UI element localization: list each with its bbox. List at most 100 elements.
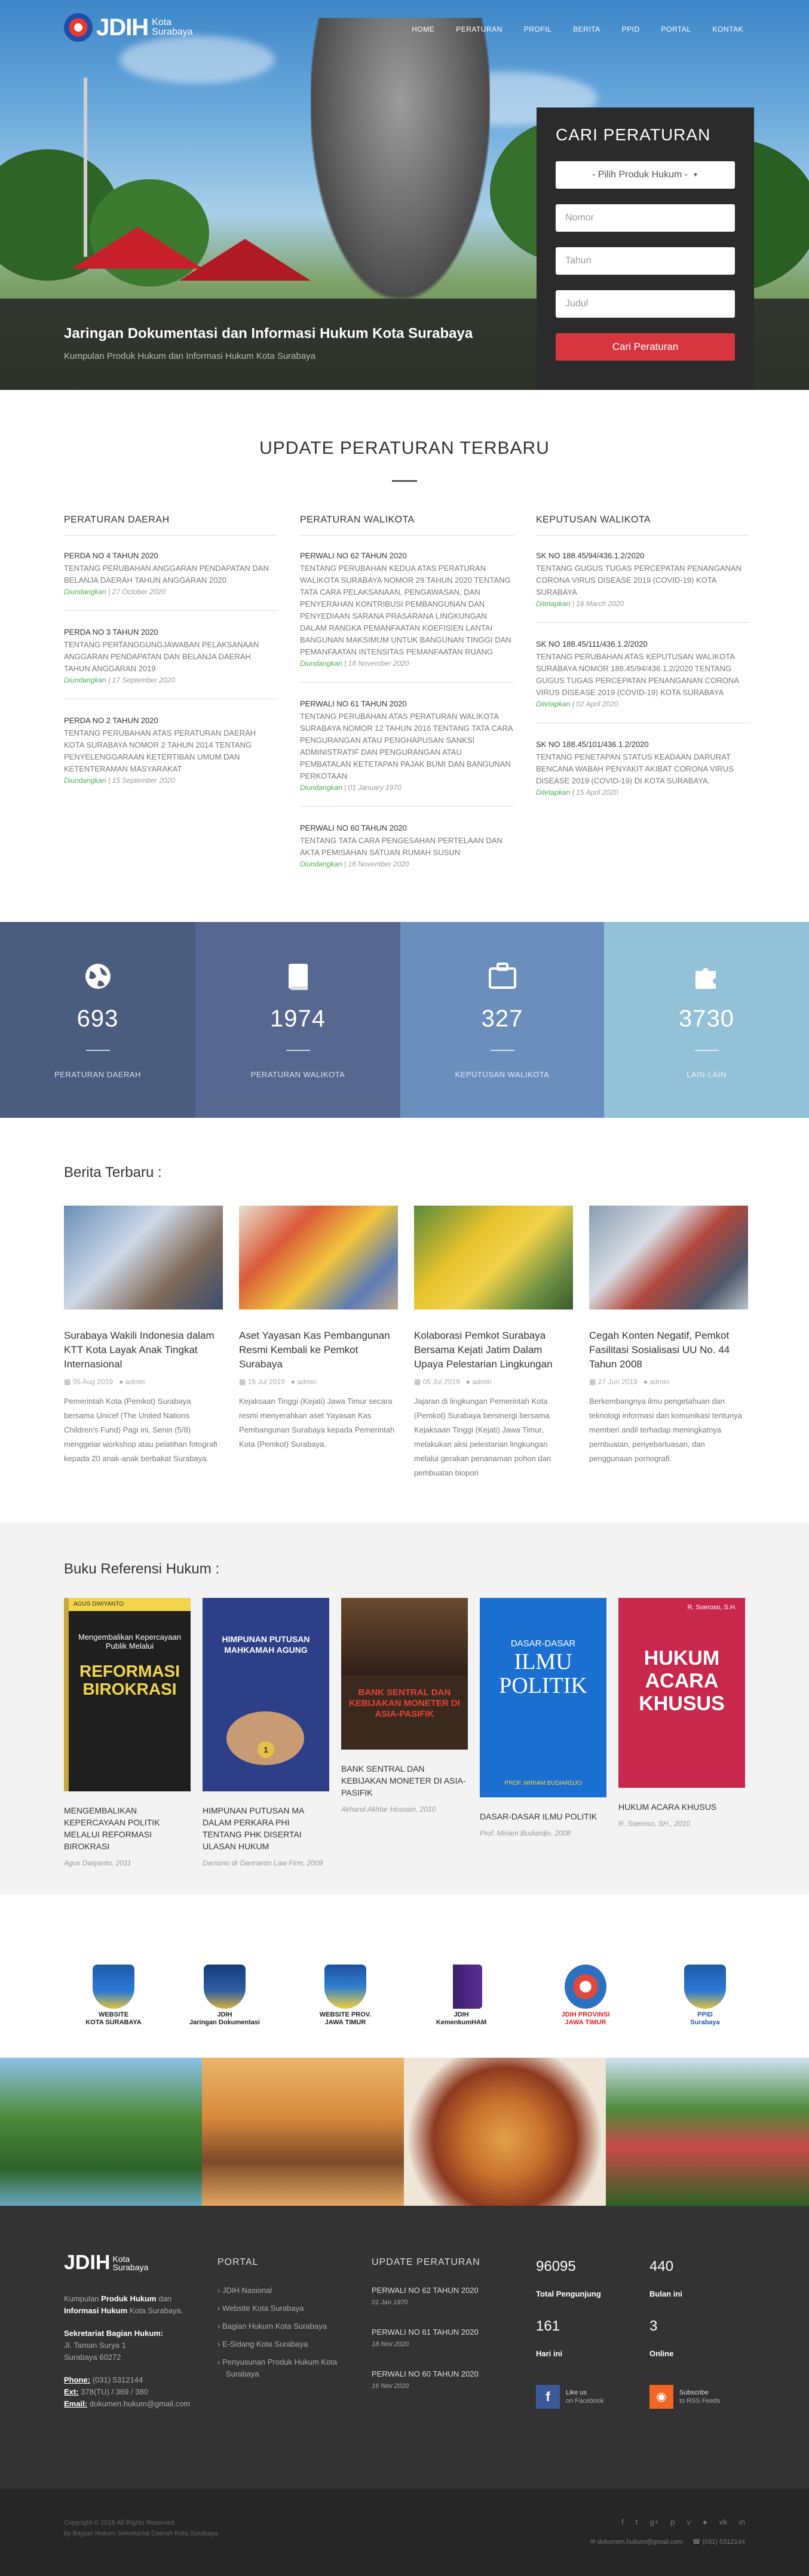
footer-logo[interactable]: JDIH Kota Surabaya — [64, 2251, 148, 2274]
nav-profil[interactable]: PROFIL — [524, 25, 551, 33]
perda-column: PERATURAN DAERAH PERDA NO 4 TAHUN 2020 T… — [64, 515, 278, 801]
globe-icon — [0, 963, 195, 997]
news-card[interactable]: Kolaborasi Pemkot Surabaya Bersama Kejat… — [414, 1206, 573, 1480]
cari-peraturan-button[interactable]: Cari Peraturan — [556, 333, 735, 361]
flickr-icon[interactable]: ● — [703, 2517, 707, 2526]
rss-subscribe[interactable]: ◉ Subscribe to RSS Feeds — [649, 2385, 720, 2409]
buku-section-title: Buku Referensi Hukum : — [64, 1561, 220, 1577]
book-title[interactable]: HIMPUNAN PUTUSAN MA DALAM PERKARA PHI TE… — [203, 1805, 329, 1852]
list-item[interactable]: PERDA NO 4 TAHUN 2020 TENTANG PERUBAHAN … — [64, 551, 278, 611]
news-card[interactable]: Surabaya Wakili Indonesia dalam KTT Kota… — [64, 1206, 223, 1466]
twitter-icon[interactable]: t — [636, 2517, 638, 2526]
gallery-photo[interactable] — [0, 2058, 202, 2206]
portal-link[interactable]: › JDIH Nasional — [217, 2285, 355, 2297]
main-nav: HOME PERATURAN PROFIL BERITA PPID PORTAL… — [412, 25, 743, 33]
list-item[interactable]: PERWALI NO 62 TAHUN 2020 TENTANG PERUBAH… — [300, 551, 514, 683]
news-image[interactable] — [414, 1206, 573, 1309]
book-title[interactable]: DASAR-DASAR ILMU POLITIK — [480, 1810, 606, 1822]
news-card[interactable]: Aset Yayasan Kas Pembangunan Resmi Kemba… — [239, 1206, 398, 1452]
stat-perda[interactable]: 693 PERATURAN DAERAH — [0, 922, 195, 1118]
nav-portal[interactable]: PORTAL — [661, 25, 691, 33]
nav-peraturan[interactable]: PERATURAN — [456, 25, 502, 33]
judul-input[interactable]: Judul — [556, 290, 735, 318]
footer-update-item[interactable]: PERWALI NO 62 TAHUN 2020 01 Jan 1970 — [372, 2285, 509, 2308]
news-title[interactable]: Kolaborasi Pemkot Surabaya Bersama Kejat… — [414, 1329, 573, 1372]
pinterest-icon[interactable]: p — [670, 2517, 675, 2526]
portal-link[interactable]: › Bagian Hukum Kota Surabaya — [217, 2320, 355, 2332]
gallery-photo[interactable] — [404, 2058, 606, 2206]
book-title[interactable]: HUKUM ACARA KHUSUS — [618, 1801, 745, 1813]
footer-email[interactable]: ✉ dokumen.hukum@gmail.com — [590, 2538, 683, 2546]
list-item[interactable]: PERDA NO 2 TAHUN 2020 TENTANG PERUBAHAN … — [64, 716, 278, 785]
book-author: Agus Dwiyanto, 2011 — [64, 1859, 131, 1867]
book-cover[interactable]: R. Soeroso, S.H. HUKUM ACARA KHUSUS — [618, 1598, 745, 1788]
nav-home[interactable]: HOME — [412, 25, 434, 33]
link-kemenkumham[interactable]: JDIH KemenkumHAM — [419, 1965, 503, 2030]
stat-perwali[interactable]: 1974 PERATURAN WALIKOTA — [195, 922, 400, 1118]
facebook-like[interactable]: f Like us on Facebook — [536, 2385, 649, 2409]
book-card[interactable]: HIMPUNAN PUTUSAN MAHKAMAH AGUNG 1 HIMPUN… — [203, 1598, 329, 1868]
link-kota-surabaya[interactable]: WEBSITE KOTA SURABAYA — [72, 1965, 155, 2030]
news-card[interactable]: Cegah Konten Negatif, Pemkot Fasilitasi … — [589, 1206, 748, 1466]
hero-subtitle: Kumpulan Produk Hukum dan Informasi Huku… — [64, 351, 316, 361]
update-section-title: UPDATE PERATURAN TERBARU — [259, 438, 550, 458]
search-title: CARI PERATURAN — [556, 125, 711, 144]
link-jdih-nasional[interactable]: JDIH Jaringan Dokumentasi — [183, 1965, 266, 2030]
link-jdih-jatim[interactable]: JDIH PROVINSI JAWA TIMUR — [544, 1965, 627, 2030]
news-title[interactable]: Surabaya Wakili Indonesia dalam KTT Kota… — [64, 1329, 223, 1372]
list-item[interactable]: SK NO 188.45/111/436.1.2/2020 TENTANG PE… — [536, 640, 750, 723]
calendar-icon: ▦ — [239, 1378, 246, 1386]
book-card[interactable]: R. Soeroso, S.H. HUKUM ACARA KHUSUS HUKU… — [618, 1598, 745, 1829]
stat-keputusan[interactable]: 327 KEPUTUSAN WALIKOTA — [400, 922, 604, 1118]
linkedin-icon[interactable]: in — [739, 2517, 745, 2526]
produk-hukum-select[interactable]: - Pilih Produk Hukum - ▼ — [556, 161, 735, 189]
user-icon: ● — [290, 1378, 296, 1386]
vk-icon[interactable]: vk — [719, 2517, 727, 2526]
surabaya-seal-icon — [64, 13, 93, 42]
nomor-input[interactable]: Nomor — [556, 204, 735, 232]
nav-ppid[interactable]: PPID — [622, 25, 640, 33]
book-cover[interactable]: AGUS DWIYANTO Mengembalikan Kepercayaan … — [64, 1598, 191, 1791]
book-cover[interactable]: HIMPUNAN PUTUSAN MAHKAMAH AGUNG 1 — [203, 1598, 329, 1791]
list-item[interactable]: SK NO 188.45/101/436.1.2/2020 TENTANG PE… — [536, 740, 750, 797]
news-excerpt: Berkembangnya ilmu pengetahuan dan tekno… — [589, 1397, 742, 1463]
news-title[interactable]: Cegah Konten Negatif, Pemkot Fasilitasi … — [589, 1329, 748, 1372]
book-cover[interactable]: BANK SENTRAL DAN KEBIJAKAN MONETER DI AS… — [341, 1598, 468, 1750]
book-icon — [195, 963, 400, 998]
news-title[interactable]: Aset Yayasan Kas Pembangunan Resmi Kemba… — [239, 1329, 398, 1372]
portal-link[interactable]: › E-Sidang Kota Surabaya — [217, 2338, 355, 2350]
book-title[interactable]: MENGEMBALIKAN KEPERCAYAAN POLITIK MELALU… — [64, 1805, 191, 1852]
gallery-photo[interactable] — [606, 2058, 809, 2206]
book-cover[interactable]: DASAR-DASAR ILMU POLITIK PROF. MIRIAM BU… — [480, 1598, 606, 1797]
vimeo-icon[interactable]: v — [687, 2517, 691, 2526]
book-card[interactable]: BANK SENTRAL DAN KEBIJAKAN MONETER DI AS… — [341, 1598, 468, 1815]
book-author: Darsono dr Darmanto Law Firm, 2009 — [203, 1859, 323, 1867]
portal-link[interactable]: › Website Kota Surabaya — [217, 2303, 355, 2314]
facebook-icon[interactable]: f — [621, 2517, 624, 2526]
list-item[interactable]: PERWALI NO 60 TAHUN 2020 TENTANG TATA CA… — [300, 823, 514, 868]
news-excerpt: Kejaksaan Tinggi (Kejati) Jawa Timur sec… — [239, 1397, 395, 1449]
nav-kontak[interactable]: KONTAK — [713, 25, 743, 33]
site-logo[interactable]: JDIH Kota Surabaya — [64, 13, 193, 42]
footer-update-item[interactable]: PERWALI NO 61 TAHUN 2020 18 Nov 2020 — [372, 2326, 509, 2350]
stat-lain-lain[interactable]: 3730 LAIN-LAIN — [604, 922, 809, 1118]
book-title[interactable]: BANK SENTRAL DAN KEBIJAKAN MONETER DI AS… — [341, 1763, 468, 1799]
portal-link[interactable]: › Penyusunan Produk Hukum Kota Surabaya — [217, 2356, 355, 2380]
nav-berita[interactable]: BERITA — [573, 25, 600, 33]
link-jatim[interactable]: WEBSITE PROV. JAWA TIMUR — [304, 1965, 387, 2030]
suro-boyo-statue — [311, 18, 490, 299]
news-image[interactable] — [64, 1206, 223, 1309]
book-card[interactable]: DASAR-DASAR ILMU POLITIK PROF. MIRIAM BU… — [480, 1598, 606, 1839]
berita-section-title: Berita Terbaru : — [64, 1164, 162, 1181]
book-card[interactable]: AGUS DWIYANTO Mengembalikan Kepercayaan … — [64, 1598, 191, 1868]
list-item[interactable]: PERDA NO 3 TAHUN 2020 TENTANG PERTANGGUN… — [64, 628, 278, 699]
footer-update-item[interactable]: PERWALI NO 60 TAHUN 2020 16 Nov 2020 — [372, 2368, 509, 2392]
google-plus-icon[interactable]: g+ — [649, 2517, 658, 2526]
tahun-input[interactable]: Tahun — [556, 247, 735, 275]
news-image[interactable] — [239, 1206, 398, 1309]
news-image[interactable] — [589, 1206, 748, 1309]
list-item[interactable]: PERWALI NO 61 TAHUN 2020 TENTANG PERUBAH… — [300, 699, 514, 807]
list-item[interactable]: SK NO 188.45/94/436.1.2/2020 TENTANG GUG… — [536, 551, 750, 623]
gallery-photo[interactable] — [202, 2058, 404, 2206]
link-ppid[interactable]: PPID Surabaya — [663, 1965, 747, 2030]
